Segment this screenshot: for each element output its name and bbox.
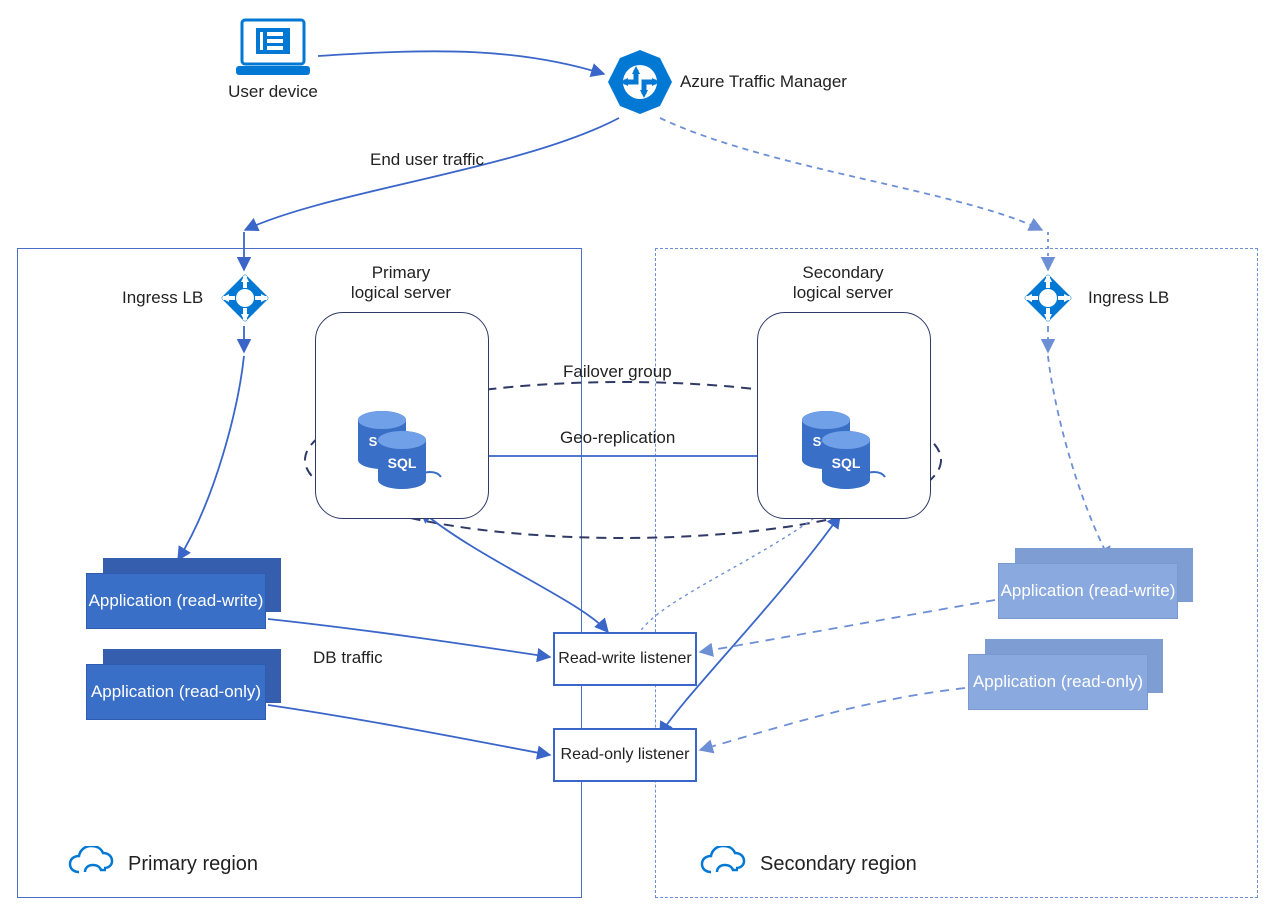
end-user-traffic-label: End user traffic — [370, 150, 484, 170]
cloud-icon — [68, 846, 114, 882]
secondary-logical-server-label: Secondary logical server — [768, 263, 918, 304]
traffic-manager-label: Azure Traffic Manager — [680, 72, 847, 92]
user-device-label: User device — [222, 82, 324, 102]
db-traffic-label: DB traffic — [313, 648, 383, 668]
app-label: Application (read-only) — [91, 682, 261, 702]
ingress-lb-primary-label: Ingress LB — [122, 288, 203, 308]
app-label: Application (read-write) — [1001, 581, 1176, 601]
app-secondary-read-write: Application (read-write) — [998, 563, 1178, 619]
primary-logical-server-label: Primary logical server — [326, 263, 476, 304]
app-label: Application (read-only) — [973, 672, 1143, 692]
svg-text:SQL: SQL — [832, 455, 861, 471]
secondary-region-label: Secondary region — [700, 846, 917, 882]
sql-database-icon: SQL SQL — [344, 408, 444, 511]
failover-group-label: Failover group — [563, 362, 672, 382]
load-balancer-icon — [1022, 272, 1074, 329]
read-only-listener: Read-only listener — [553, 728, 697, 782]
app-secondary-read-only: Application (read-only) — [968, 654, 1148, 710]
geo-replication-label: Geo-replication — [560, 428, 675, 448]
primary-region-label: Primary region — [68, 846, 258, 882]
cloud-icon — [700, 846, 746, 882]
user-device-icon — [234, 16, 312, 83]
app-primary-read-only: Application (read-only) — [86, 664, 266, 720]
sql-database-icon: SQL SQL — [788, 408, 888, 511]
app-label: Application (read-write) — [89, 591, 264, 611]
app-primary-read-write: Application (read-write) — [86, 573, 266, 629]
read-write-listener: Read-write listener — [553, 632, 697, 686]
load-balancer-icon — [219, 272, 271, 329]
ingress-lb-secondary-label: Ingress LB — [1088, 288, 1169, 308]
traffic-manager-icon — [606, 48, 674, 121]
listener-label: Read-only listener — [561, 745, 690, 764]
primary-region-text: Primary region — [128, 853, 258, 876]
listener-label: Read-write listener — [558, 649, 691, 668]
svg-text:SQL: SQL — [388, 455, 417, 471]
secondary-region-text: Secondary region — [760, 853, 917, 876]
